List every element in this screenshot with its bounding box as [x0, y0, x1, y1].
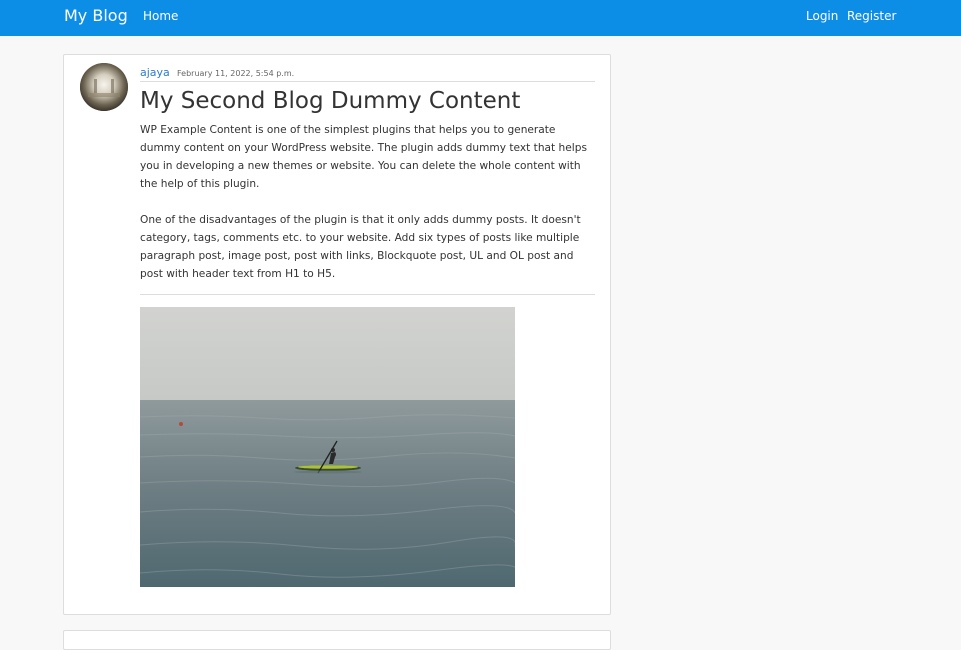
body-divider — [140, 294, 595, 295]
author-avatar — [80, 63, 128, 111]
post-card: ajaya February 11, 2022, 5:54 p.m. My Se… — [63, 54, 611, 615]
next-post-card — [63, 630, 611, 650]
brand-link[interactable]: My Blog — [64, 6, 128, 26]
kayak-photo-icon — [140, 307, 515, 587]
post-author-link[interactable]: ajaya — [140, 66, 170, 80]
post-body: WP Example Content is one of the simples… — [140, 121, 598, 283]
nav-register-link[interactable]: Register — [847, 9, 896, 24]
meta-divider — [140, 81, 595, 82]
avatar-photo-icon — [80, 63, 128, 111]
post-title[interactable]: My Second Blog Dummy Content — [140, 86, 520, 116]
top-navbar: My Blog Home Login Register — [0, 0, 961, 36]
post-paragraph: WP Example Content is one of the simples… — [140, 124, 587, 190]
post-date: February 11, 2022, 5:54 p.m. — [177, 69, 295, 78]
post-image — [140, 307, 515, 587]
post-paragraph: One of the disadvantages of the plugin i… — [140, 214, 581, 280]
nav-home-link[interactable]: Home — [143, 9, 178, 24]
nav-login-link[interactable]: Login — [806, 9, 838, 24]
